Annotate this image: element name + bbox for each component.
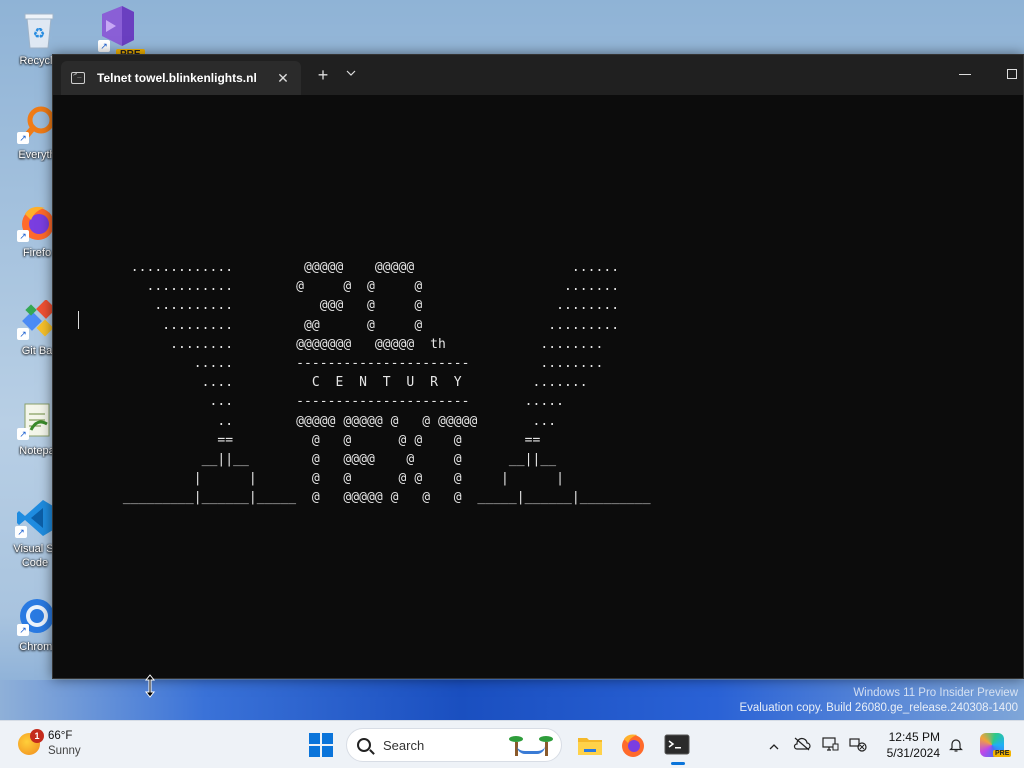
system-tray	[760, 721, 872, 768]
title-bar[interactable]: Telnet towel.blinkenlights.nl ✕ +	[53, 55, 1023, 95]
shortcut-arrow-icon: ↗	[17, 132, 29, 144]
notification-bell-icon[interactable]	[946, 737, 966, 756]
sun-icon: 1	[18, 729, 44, 755]
chevron-up-icon[interactable]	[760, 738, 788, 753]
tab-dropdown-button[interactable]	[341, 67, 361, 79]
taskbar-file-explorer[interactable]	[574, 729, 606, 761]
network-icon[interactable]	[844, 736, 872, 755]
terminal-window[interactable]: Telnet towel.blinkenlights.nl ✕ + ......…	[52, 54, 1024, 679]
copilot-pre-badge: PRE	[993, 750, 1012, 757]
search-icon	[357, 738, 371, 752]
terminal-icon	[71, 70, 85, 84]
watermark-edition: Windows 11 Pro Insider Preview	[853, 687, 1018, 699]
clock-time: 12:45 PM	[888, 730, 940, 744]
display-icon[interactable]	[816, 736, 844, 755]
chromium-icon: ↗	[17, 596, 57, 636]
new-tab-button[interactable]: +	[311, 65, 335, 86]
maximize-button[interactable]	[1007, 69, 1017, 79]
minimize-icon	[959, 74, 971, 75]
taskbar-search[interactable]: Search	[346, 728, 562, 762]
taskbar: 1 66°F Sunny Search 12:45 PM 5/31/2024 P…	[0, 720, 1024, 768]
watermark-build: Evaluation copy. Build 26080.ge_release.…	[739, 702, 1018, 714]
shortcut-arrow-icon: ↗	[17, 328, 29, 340]
taskbar-terminal[interactable]	[661, 729, 693, 765]
weather-condition: Sunny	[48, 745, 81, 757]
taskbar-firefox[interactable]	[617, 729, 649, 761]
shortcut-arrow-icon: ↗	[17, 428, 29, 440]
weather-temp: 66°F	[48, 730, 73, 742]
resize-cursor-icon	[144, 674, 156, 698]
notepad-icon: ↗	[17, 400, 57, 440]
shortcut-arrow-icon: ↗	[17, 624, 29, 636]
terminal-tab[interactable]: Telnet towel.blinkenlights.nl ✕	[61, 61, 301, 95]
terminal-icon	[664, 734, 690, 755]
recycle-bin-icon: ♻	[21, 10, 57, 50]
active-indicator	[671, 762, 685, 765]
everything-search-icon: ↗	[17, 104, 57, 144]
svg-text:♻: ♻	[33, 26, 46, 42]
windows-logo-icon	[309, 733, 320, 744]
clock-date: 5/31/2024	[886, 746, 940, 760]
visual-studio-icon: ↗ PRE	[94, 6, 145, 60]
ascii-art-output: ............. @@@@@ @@@@@ ...... .......…	[122, 260, 651, 506]
firefox-icon	[622, 734, 644, 757]
weather-badge: 1	[30, 729, 44, 743]
close-tab-button[interactable]: ✕	[271, 70, 295, 87]
start-button[interactable]	[309, 733, 333, 757]
cloud-off-icon[interactable]	[788, 737, 816, 754]
shortcut-arrow-icon: ↗	[15, 526, 27, 538]
vscode-icon: ↗	[15, 498, 55, 538]
search-highlight-icon	[507, 732, 555, 758]
weather-widget[interactable]: 1 66°F Sunny	[18, 729, 81, 759]
shortcut-arrow-icon: ↗	[98, 40, 110, 52]
os-watermark: Windows 11 Pro Insider Preview Evaluatio…	[739, 686, 1018, 716]
git-bash-icon: ↗	[17, 299, 57, 340]
terminal-output[interactable]: ............. @@@@@ @@@@@ ...... .......…	[53, 95, 1023, 680]
minimize-button[interactable]	[953, 63, 977, 81]
text-cursor	[78, 311, 79, 329]
clock[interactable]: 12:45 PM 5/31/2024	[876, 729, 940, 761]
search-placeholder: Search	[383, 737, 425, 753]
folder-icon	[578, 738, 602, 755]
chevron-down-icon	[346, 70, 356, 76]
desktop-icon-visual-studio-preview[interactable]: ↗ PRE	[86, 6, 148, 60]
firefox-icon: ↗	[17, 202, 57, 242]
shortcut-arrow-icon: ↗	[17, 230, 29, 242]
tab-title: Telnet towel.blinkenlights.nl	[97, 71, 257, 85]
